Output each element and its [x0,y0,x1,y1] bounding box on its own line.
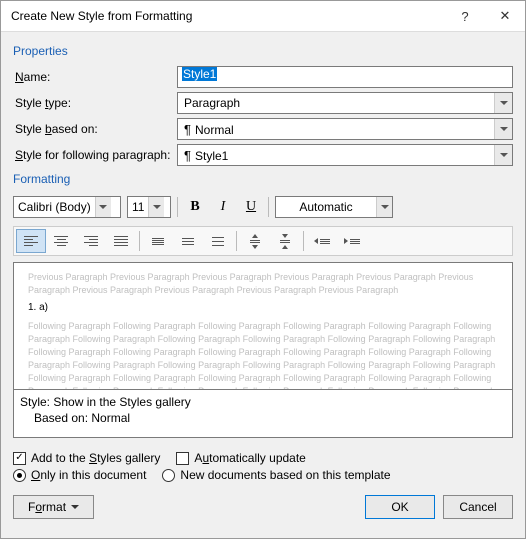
following-style-combo[interactable]: ¶Style1 [177,144,513,166]
ok-button[interactable]: OK [365,495,435,519]
titlebar: Create New Style from Formatting ? ✕ [1,1,525,32]
style-type-label: Style type: [13,96,177,110]
formatting-bar: Calibri (Body) 11 B I U Automatic [13,196,513,218]
check-icon: ✓ [13,452,26,465]
dialog-content: Properties Name: Style1 Style type: Para… [1,32,525,538]
line-spacing-1-button[interactable] [143,229,173,253]
format-button[interactable]: Format [13,495,94,519]
based-on-label: Style based on: [13,122,177,136]
following-style-label: Style for following paragraph: [13,148,177,162]
chevron-down-icon[interactable] [494,93,512,113]
dialog: Create New Style from Formatting ? ✕ Pro… [0,0,526,539]
preview-following: Following Paragraph Following Paragraph … [28,320,498,390]
font-combo[interactable]: Calibri (Body) [13,196,121,218]
align-right-button[interactable] [76,229,106,253]
style-type-combo[interactable]: Paragraph [177,92,513,114]
align-center-button[interactable] [46,229,76,253]
bold-button[interactable]: B [184,196,206,218]
separator [268,197,269,217]
based-on-combo[interactable]: ¶Normal [177,118,513,140]
line-spacing-2-button[interactable] [203,229,233,253]
indent-increase-button[interactable] [337,229,367,253]
section-formatting: Formatting [13,172,513,186]
space-before-inc-button[interactable] [240,229,270,253]
italic-button[interactable]: I [212,196,234,218]
align-justify-button[interactable] [106,229,136,253]
chevron-down-icon[interactable] [95,197,111,217]
radio-icon [13,469,26,482]
separator [236,231,237,251]
section-properties: Properties [13,44,513,58]
chevron-down-icon[interactable] [494,145,512,165]
add-to-gallery-checkbox[interactable]: ✓ Add to the Styles gallery [13,451,160,465]
button-bar: Format OK Cancel [13,489,513,529]
checkbox-icon [176,452,189,465]
name-input[interactable]: Style1 [177,66,513,88]
cancel-button[interactable]: Cancel [443,495,513,519]
preview-sample: 1. a) [28,301,498,316]
underline-button[interactable]: U [240,196,262,218]
radio-icon [162,469,175,482]
separator [177,197,178,217]
name-label: Name: [13,70,177,84]
style-preview: Previous Paragraph Previous Paragraph Pr… [13,262,513,390]
line-spacing-15-button[interactable] [173,229,203,253]
chevron-down-icon[interactable] [376,197,392,217]
style-description: Style: Show in the Styles gallery Based … [13,390,513,438]
separator [303,231,304,251]
font-color-combo[interactable]: Automatic [275,196,393,218]
help-button[interactable]: ? [445,1,485,32]
paragraph-toolbar [13,226,513,256]
indent-decrease-button[interactable] [307,229,337,253]
auto-update-checkbox[interactable]: Automatically update [176,451,305,465]
dropdown-icon [71,505,79,509]
space-before-dec-button[interactable] [270,229,300,253]
close-button[interactable]: ✕ [485,1,525,32]
chevron-down-icon[interactable] [148,197,164,217]
dialog-title: Create New Style from Formatting [11,9,445,23]
font-size-combo[interactable]: 11 [127,196,171,218]
chevron-down-icon[interactable] [494,119,512,139]
preview-previous: Previous Paragraph Previous Paragraph Pr… [28,271,498,297]
options-area: ✓ Add to the Styles gallery Automaticall… [13,448,513,485]
align-left-button[interactable] [16,229,46,253]
new-documents-radio[interactable]: New documents based on this template [162,468,390,482]
only-this-document-radio[interactable]: Only in this document [13,468,146,482]
separator [139,231,140,251]
